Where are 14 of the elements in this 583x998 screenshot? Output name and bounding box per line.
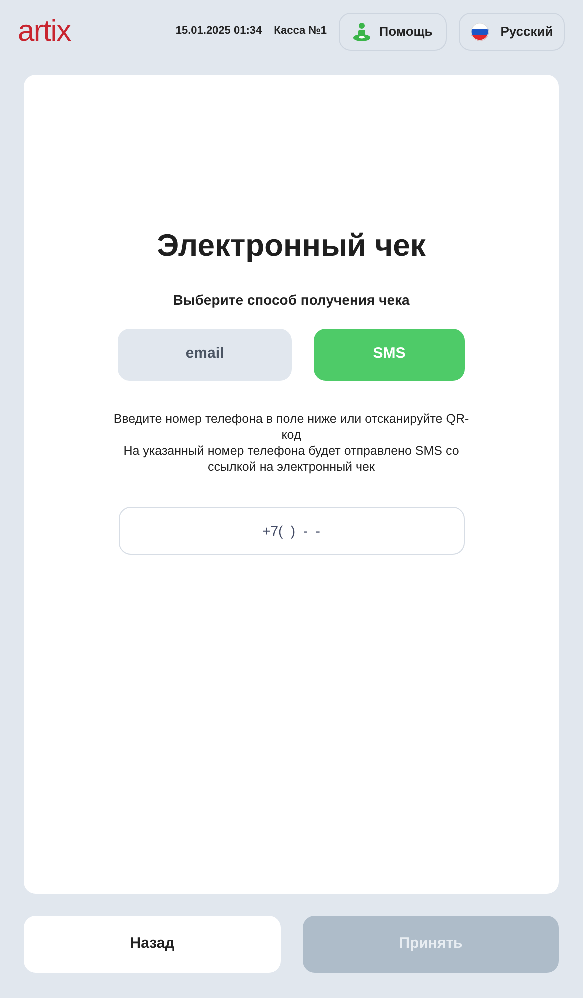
- method-tab[interactable]: email: [118, 328, 292, 380]
- date-time: 15.01.2025 01:34: [176, 24, 262, 40]
- help-button[interactable]: Помощь: [339, 12, 447, 50]
- register-label: Касса №1: [274, 24, 327, 40]
- instruction-text: На указанный номер телефона будет отправлено SMS со ссылкой на электронный чек: [122, 442, 460, 474]
- subtitle: Выберите способ получения чека: [173, 290, 410, 310]
- flag-icon: [470, 22, 489, 40]
- phone-field[interactable]: +7( ) - -: [118, 506, 464, 554]
- logo: artix: [18, 16, 71, 46]
- person-icon: [353, 22, 372, 42]
- back-button[interactable]: Назад: [24, 916, 281, 973]
- language-button[interactable]: Русский: [459, 12, 565, 50]
- instruction-text: Введите номер телефона в поле ниже или отсканируйте QR-код: [112, 410, 470, 442]
- page-title: Электронный чек: [157, 227, 426, 265]
